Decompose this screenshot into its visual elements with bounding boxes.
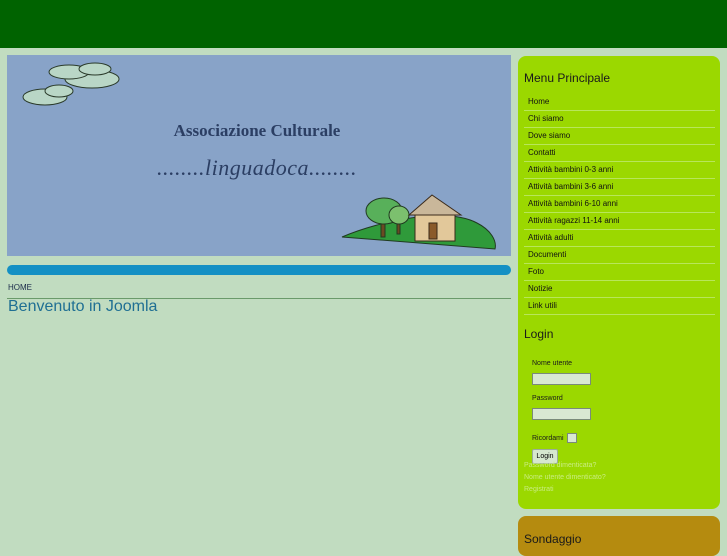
menu-item-bambini-3-6[interactable]: Attività bambini 3-6 anni (524, 179, 715, 196)
poll-module: Sondaggio (518, 516, 720, 556)
menu-item-link-utili[interactable]: Link utili (524, 298, 715, 315)
breadcrumb[interactable]: HOME (8, 283, 32, 292)
menu-item-foto[interactable]: Foto (524, 264, 715, 281)
menu-item-bambini-0-3[interactable]: Attività bambini 0-3 anni (524, 162, 715, 179)
main-menu-title: Menu Principale (524, 71, 611, 85)
menu-item-adulti[interactable]: Attività adulti (524, 230, 715, 247)
register-link[interactable]: Registrati (524, 484, 606, 496)
menu-item-home[interactable]: Home (524, 94, 715, 111)
menu-item-contatti[interactable]: Contatti (524, 145, 715, 162)
forgot-password-link[interactable]: Password dimenticata? (524, 460, 606, 472)
top-header-bar (0, 0, 727, 48)
main-menu: Home Chi siamo Dove siamo Contatti Attiv… (524, 94, 715, 315)
menu-item-bambini-6-10[interactable]: Attività bambini 6-10 anni (524, 196, 715, 213)
password-input[interactable] (532, 407, 591, 420)
header-banner: Associazione Culturale ........linguadoc… (7, 55, 511, 256)
decorative-bar (7, 265, 511, 275)
username-input[interactable] (532, 372, 591, 385)
poll-title: Sondaggio (524, 532, 582, 546)
menu-item-ragazzi-11-14[interactable]: Attività ragazzi 11-14 anni (524, 213, 715, 230)
menu-item-notizie[interactable]: Notizie (524, 281, 715, 298)
forgot-username-link[interactable]: Nome utente dimenticato? (524, 472, 606, 484)
banner-subtitle: ........linguadoca........ (157, 155, 357, 180)
menu-item-dove-siamo[interactable]: Dove siamo (524, 128, 715, 145)
username-label: Nome utente (532, 360, 573, 367)
login-title: Login (524, 327, 554, 341)
remember-row: Ricordami (532, 433, 712, 443)
remember-label: Ricordami (532, 434, 564, 442)
password-label: Password (532, 395, 563, 402)
sidebar: Menu Principale Home Chi siamo Dove siam… (518, 56, 720, 509)
login-form: Nome utente Password Ricordami Login (532, 360, 712, 464)
banner-title: Associazione Culturale (173, 121, 341, 140)
login-links: Password dimenticata? Nome utente diment… (524, 460, 606, 496)
menu-item-documenti[interactable]: Documenti (524, 247, 715, 264)
page-title: Benvenuto in Joomla (8, 298, 158, 315)
remember-checkbox[interactable] (566, 433, 577, 443)
menu-item-chi-siamo[interactable]: Chi siamo (524, 111, 715, 128)
